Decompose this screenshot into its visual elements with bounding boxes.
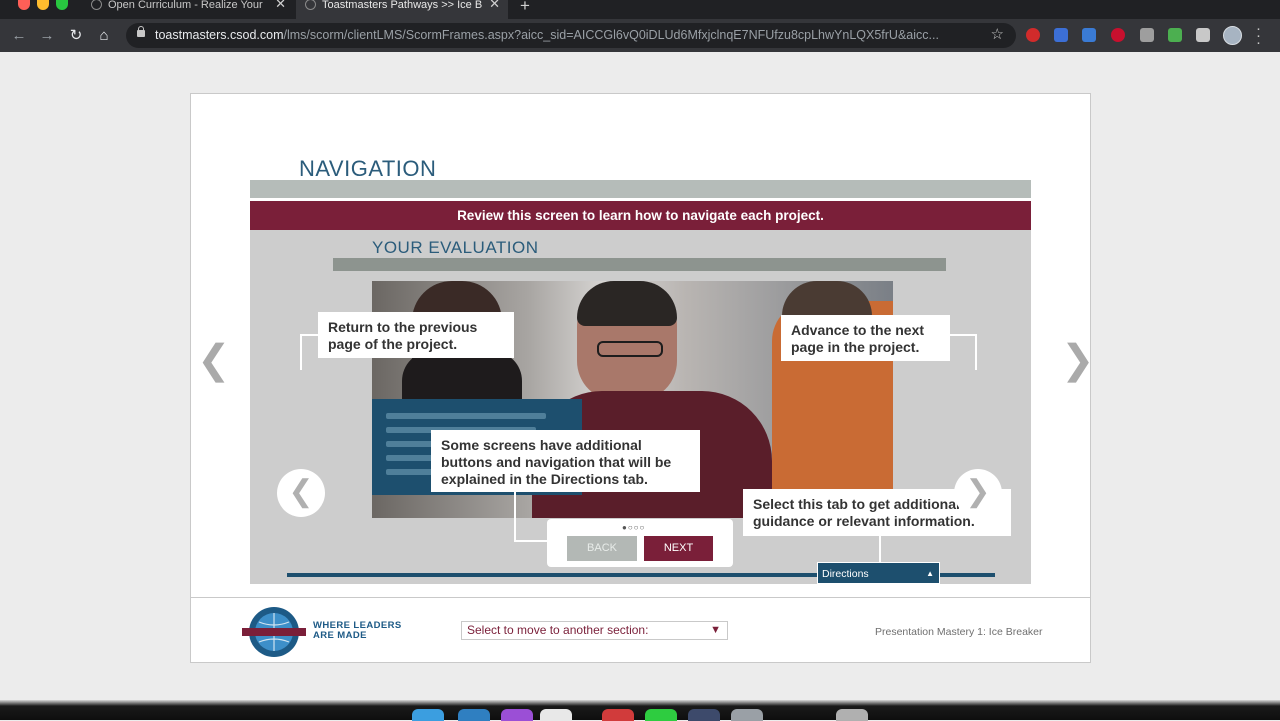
chevron-down-icon: ▼ bbox=[710, 624, 721, 636]
puzzle-icon[interactable] bbox=[1196, 28, 1210, 42]
callout-connector bbox=[879, 536, 881, 564]
next-button[interactable]: NEXT bbox=[644, 536, 713, 561]
screen-title: YOUR EVALUATION bbox=[372, 238, 539, 257]
menu-kebab-icon[interactable]: · · · bbox=[1256, 21, 1261, 50]
browser-tab-bar: Open Curriculum - Realize Your ✕ Toastma… bbox=[0, 0, 1280, 19]
finder-icon[interactable] bbox=[412, 709, 444, 721]
extension-icon[interactable] bbox=[1140, 28, 1154, 42]
toastmasters-logo bbox=[242, 607, 306, 657]
close-icon[interactable]: ✕ bbox=[275, 0, 286, 10]
back-arrow-icon[interactable]: ← bbox=[9, 26, 29, 46]
section-select-dropdown[interactable]: Select to move to another section: ▼ bbox=[461, 621, 728, 640]
browser-tab-open-curriculum[interactable]: Open Curriculum - Realize Your ✕ bbox=[82, 0, 294, 19]
previous-page-button[interactable]: ❮ bbox=[277, 469, 325, 517]
bookmark-star-icon[interactable]: ☆ bbox=[991, 25, 1004, 43]
instruction-banner: Review this screen to learn how to navig… bbox=[250, 201, 1031, 230]
window-zoom-control[interactable] bbox=[56, 0, 68, 10]
app-icon[interactable] bbox=[458, 709, 490, 721]
globe-icon bbox=[91, 0, 102, 10]
reload-icon[interactable]: ↻ bbox=[66, 26, 86, 46]
back-button[interactable]: BACK bbox=[567, 536, 637, 561]
extension-icon[interactable] bbox=[1168, 28, 1182, 42]
caret-up-icon: ▲ bbox=[926, 569, 934, 578]
app-icon[interactable] bbox=[602, 709, 634, 721]
callout-connector bbox=[300, 334, 318, 370]
app-icon[interactable] bbox=[688, 709, 720, 721]
screen-button-panel: ●○○○ BACK NEXT bbox=[547, 519, 733, 567]
extension-icon[interactable] bbox=[1026, 28, 1040, 42]
window-minimize-control[interactable] bbox=[37, 0, 49, 10]
profile-avatar[interactable] bbox=[1223, 26, 1242, 45]
extension-icon[interactable] bbox=[1082, 28, 1096, 42]
course-name: Presentation Mastery 1: Ice Breaker bbox=[875, 626, 1043, 638]
address-bar[interactable]: toastmasters.csod.com/lms/scorm/clientLM… bbox=[126, 23, 1016, 48]
section-title: NAVIGATION bbox=[299, 156, 437, 181]
app-icon[interactable] bbox=[731, 709, 763, 721]
previous-page-callout: Return to the previous page of the proje… bbox=[318, 312, 514, 358]
new-tab-button[interactable]: + bbox=[520, 0, 530, 16]
browser-toolbar: ← → ↻ ⌂ toastmasters.csod.com/lms/scorm/… bbox=[0, 19, 1280, 52]
screen-preview: YOUR EVALUATION Return to the previous p… bbox=[250, 230, 1031, 584]
close-icon[interactable]: ✕ bbox=[489, 0, 500, 10]
logo-tagline: WHERE LEADERS ARE MADE bbox=[313, 620, 402, 641]
screen-title-bar bbox=[333, 258, 946, 271]
directions-tab[interactable]: Directions ▲ bbox=[817, 562, 940, 584]
page-indicator-dots: ●○○○ bbox=[622, 523, 646, 532]
globe-icon bbox=[305, 0, 316, 10]
outer-previous-chevron-icon[interactable]: ❮ bbox=[197, 340, 231, 380]
app-icon[interactable] bbox=[645, 709, 677, 721]
trash-icon[interactable] bbox=[836, 709, 868, 721]
dock bbox=[0, 700, 1280, 720]
footer-divider bbox=[191, 597, 1090, 598]
lock-icon bbox=[137, 26, 145, 37]
forward-arrow-icon[interactable]: → bbox=[37, 26, 57, 46]
section-select-placeholder: Select to move to another section: bbox=[467, 623, 649, 637]
callout-connector bbox=[514, 492, 550, 542]
browser-tab-toastmasters-pathways[interactable]: Toastmasters Pathways >> Ice B ✕ bbox=[296, 0, 508, 19]
callout-connector bbox=[950, 334, 977, 370]
next-page-callout: Advance to the next page in the project. bbox=[781, 315, 950, 361]
app-icon[interactable] bbox=[540, 709, 572, 721]
chevron-right-icon: ❯ bbox=[965, 475, 991, 508]
home-icon[interactable]: ⌂ bbox=[94, 26, 114, 46]
extension-icon[interactable] bbox=[1054, 28, 1068, 42]
course-frame: NAVIGATION Review this screen to learn h… bbox=[190, 93, 1095, 663]
outer-next-chevron-icon[interactable]: ❯ bbox=[1061, 340, 1095, 380]
tab-title: Toastmasters Pathways >> Ice B bbox=[322, 0, 483, 11]
additional-navigation-callout: Some screens have additional buttons and… bbox=[431, 430, 700, 492]
title-underline-bar bbox=[250, 180, 1031, 198]
directions-tab-label: Directions bbox=[822, 568, 869, 580]
next-page-button[interactable]: ❯ bbox=[954, 469, 1002, 517]
extension-icon[interactable] bbox=[1111, 28, 1125, 42]
url-text: toastmasters.csod.com/lms/scorm/clientLM… bbox=[155, 28, 939, 42]
chevron-left-icon: ❮ bbox=[288, 475, 314, 508]
window-close-control[interactable] bbox=[18, 0, 30, 10]
app-icon[interactable] bbox=[501, 709, 533, 721]
tab-title: Open Curriculum - Realize Your bbox=[108, 0, 263, 11]
